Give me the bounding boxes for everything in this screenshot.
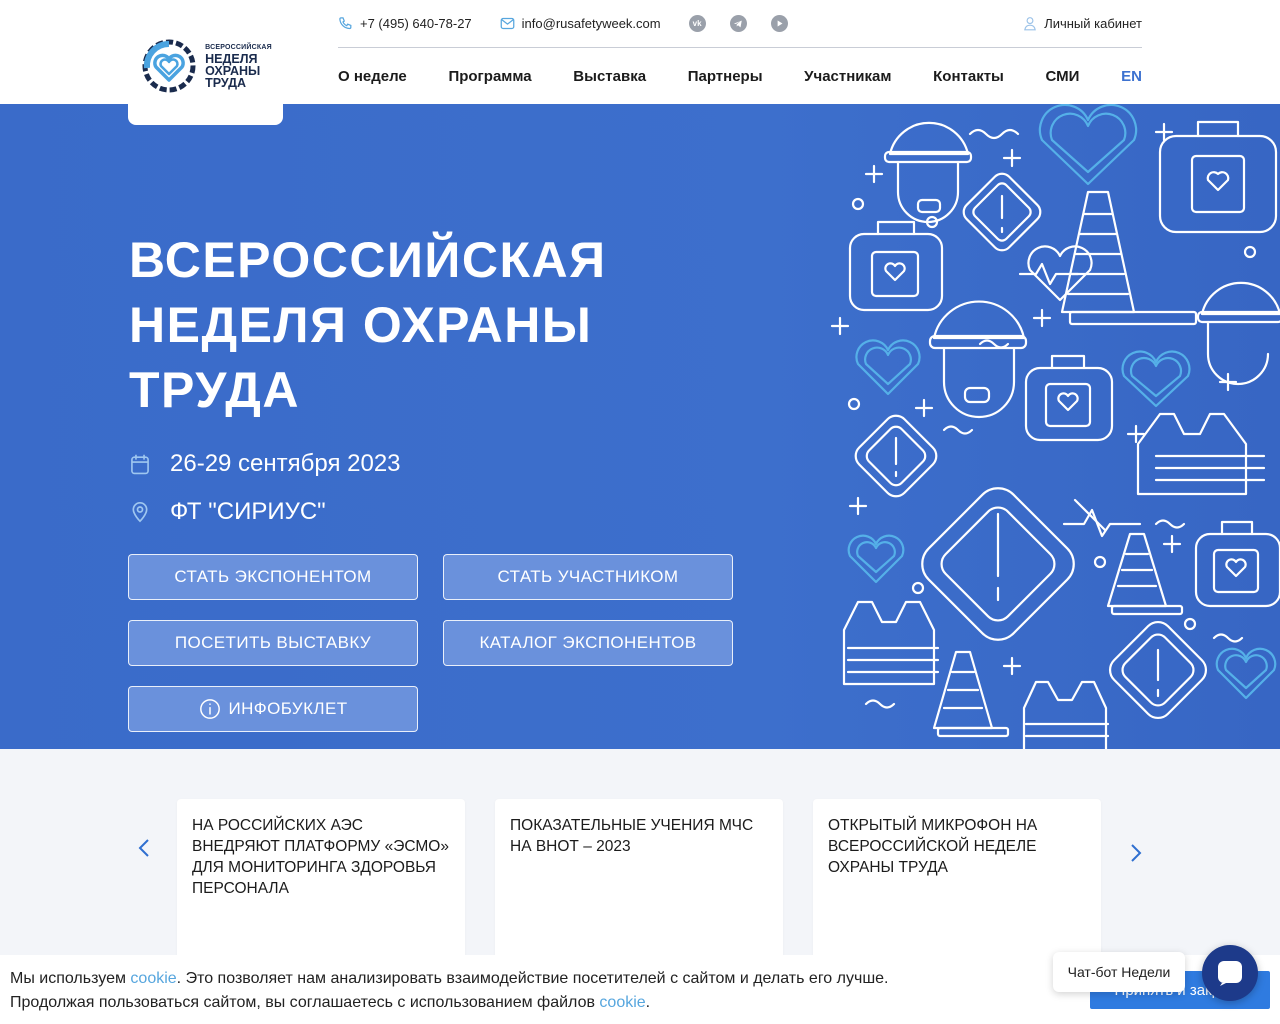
logo-gear-heart-icon bbox=[142, 39, 196, 93]
cookie-text-part: Мы используем bbox=[10, 970, 131, 987]
chatbot-button[interactable] bbox=[1202, 945, 1258, 1001]
news-card-title: ОТКРЫТЫЙ МИКРОФОН НА ВСЕРОССИЙСКОЙ НЕДЕЛ… bbox=[828, 817, 1038, 876]
hero-section: Всероссийская неделя охраны труда 26-29 … bbox=[0, 104, 1280, 749]
news-card[interactable]: НА РОССИЙСКИХ АЭС ВНЕДРЯЮТ ПЛАТФОРМУ «ЭС… bbox=[177, 799, 465, 979]
slider-next-button[interactable] bbox=[1121, 838, 1151, 868]
chatbot-tooltip[interactable]: Чат-бот Недели bbox=[1053, 952, 1185, 992]
become-participant-button[interactable]: СТАТЬ УЧАСТНИКОМ bbox=[443, 554, 733, 600]
logo-text: ВСЕРОССИЙСКАЯ НЕДЕЛЯ ОХРАНЫ ТРУДА bbox=[205, 44, 272, 89]
nav-item-about[interactable]: О неделе bbox=[338, 68, 407, 85]
safety-vest-icon bbox=[1022, 680, 1110, 749]
nav-item-exhibition[interactable]: Выставка bbox=[573, 68, 646, 85]
phone-link[interactable]: +7 (495) 640-78-27 bbox=[338, 16, 472, 31]
event-place: ФТ "СИРИУС" bbox=[130, 498, 326, 526]
warning-sign-icon bbox=[854, 414, 938, 498]
cookie-link[interactable]: cookie bbox=[599, 994, 645, 1011]
email-link[interactable]: info@rusafetyweek.com bbox=[500, 16, 661, 31]
safety-vest-icon bbox=[1136, 412, 1266, 496]
cookie-text-part: Продолжая пользоваться сайтом, вы соглаш… bbox=[10, 994, 600, 1011]
news-card[interactable]: ПОКАЗАТЕЛЬНЫЕ УЧЕНИЯ МЧС НА ВНОТ – 2023 bbox=[495, 799, 783, 979]
warning-sign-icon bbox=[921, 487, 1075, 641]
become-exhibitor-button[interactable]: СТАТЬ ЭКСПОНЕНТОМ bbox=[128, 554, 418, 600]
event-place-text: ФТ "СИРИУС" bbox=[170, 498, 326, 525]
cabinet-label: Личный кабинет bbox=[1044, 16, 1142, 31]
news-card-title: НА РОССИЙСКИХ АЭС ВНЕДРЯЮТ ПЛАТФОРМУ «ЭС… bbox=[192, 817, 449, 897]
event-date-text: 26-29 сентября 2023 bbox=[170, 450, 401, 477]
phone-icon bbox=[339, 17, 352, 30]
header-topbar: +7 (495) 640-78-27 info@rusafetyweek.com… bbox=[338, 0, 1142, 48]
slider-prev-button[interactable] bbox=[129, 833, 159, 863]
decor-circle-icon bbox=[847, 197, 1257, 631]
site-logo[interactable]: ВСЕРОССИЙСКАЯ НЕДЕЛЯ ОХРАНЫ ТРУДА bbox=[139, 36, 272, 96]
infobooklet-button[interactable]: ИНФОБУКЛЕТ bbox=[128, 686, 418, 732]
email-address: info@rusafetyweek.com bbox=[521, 16, 661, 31]
location-pin-icon bbox=[132, 502, 148, 523]
heart-outline-icon bbox=[847, 534, 905, 584]
hard-hat-icon bbox=[1196, 281, 1280, 386]
info-icon bbox=[199, 699, 220, 719]
logo-line-2: ОХРАНЫ bbox=[205, 63, 261, 78]
cookie-text-part: . bbox=[645, 994, 651, 1011]
chevron-right-icon bbox=[1131, 844, 1142, 862]
phone-number: +7 (495) 640-78-27 bbox=[360, 16, 472, 31]
cookie-link[interactable]: cookie bbox=[130, 970, 176, 987]
first-aid-kit-icon bbox=[1158, 120, 1278, 234]
first-aid-kit-icon bbox=[848, 220, 944, 312]
hard-hat-icon bbox=[928, 300, 1028, 419]
logo-small-text: ВСЕРОССИЙСКАЯ bbox=[205, 43, 272, 51]
calendar-icon bbox=[131, 454, 149, 474]
heartbeat-icon bbox=[1062, 498, 1142, 538]
warning-sign-icon bbox=[962, 172, 1042, 252]
nav-item-language-en[interactable]: EN bbox=[1121, 68, 1142, 85]
cookie-text: Мы используем cookie. Это позволяет нам … bbox=[10, 967, 1070, 1015]
telegram-icon[interactable] bbox=[729, 15, 747, 32]
nav-item-contacts[interactable]: Контакты bbox=[933, 68, 1004, 85]
safety-vest-icon bbox=[842, 600, 940, 686]
exhibitor-catalog-button[interactable]: КАТАЛОГ ЭКСПОНЕНТОВ bbox=[443, 620, 733, 666]
event-date: 26-29 сентября 2023 bbox=[130, 450, 401, 478]
news-card-title: ПОКАЗАТЕЛЬНЫЕ УЧЕНИЯ МЧС НА ВНОТ – 2023 bbox=[510, 817, 754, 855]
chat-bubble-icon bbox=[1218, 961, 1242, 986]
safety-icons-pattern bbox=[830, 104, 1280, 749]
hero-title: Всероссийская неделя охраны труда bbox=[129, 232, 607, 418]
main-nav: О неделе Программа Выставка Партнеры Уча… bbox=[338, 48, 1142, 104]
nav-item-participants[interactable]: Участникам bbox=[804, 68, 891, 85]
traffic-cone-icon bbox=[1060, 190, 1198, 326]
heart-outline-icon bbox=[855, 339, 921, 396]
nav-item-program[interactable]: Программа bbox=[448, 68, 531, 85]
logo-box[interactable]: ВСЕРОССИЙСКАЯ НЕДЕЛЯ ОХРАНЫ ТРУДА bbox=[128, 0, 283, 125]
nav-item-partners[interactable]: Партнеры bbox=[688, 68, 763, 85]
warning-sign-icon bbox=[1108, 620, 1208, 720]
heart-outline-icon bbox=[1038, 104, 1138, 186]
traffic-cone-icon bbox=[932, 650, 1010, 738]
heart-outline-icon bbox=[1121, 350, 1191, 408]
chevron-left-icon bbox=[138, 839, 149, 857]
hard-hat-icon bbox=[883, 121, 973, 224]
logo-line-1: НЕДЕЛЯ bbox=[205, 51, 258, 66]
vk-icon[interactable]: vk bbox=[688, 15, 706, 32]
mail-icon bbox=[500, 17, 515, 30]
visit-exhibition-button[interactable]: ПОСЕТИТЬ ВЫСТАВКУ bbox=[128, 620, 418, 666]
user-icon bbox=[1024, 17, 1037, 31]
first-aid-kit-icon bbox=[1194, 520, 1280, 608]
personal-cabinet-link[interactable]: Личный кабинет bbox=[1023, 16, 1142, 31]
infobooklet-label: ИНФОБУКЛЕТ bbox=[228, 699, 348, 718]
first-aid-kit-icon bbox=[1024, 354, 1114, 442]
logo-line-3: ТРУДА bbox=[205, 75, 247, 90]
heart-outline-icon bbox=[1215, 647, 1277, 700]
cookie-text-part: . Это позволяет нам анализировать взаимо… bbox=[176, 970, 889, 987]
youtube-icon[interactable] bbox=[770, 15, 788, 32]
nav-item-media[interactable]: СМИ bbox=[1046, 68, 1080, 85]
